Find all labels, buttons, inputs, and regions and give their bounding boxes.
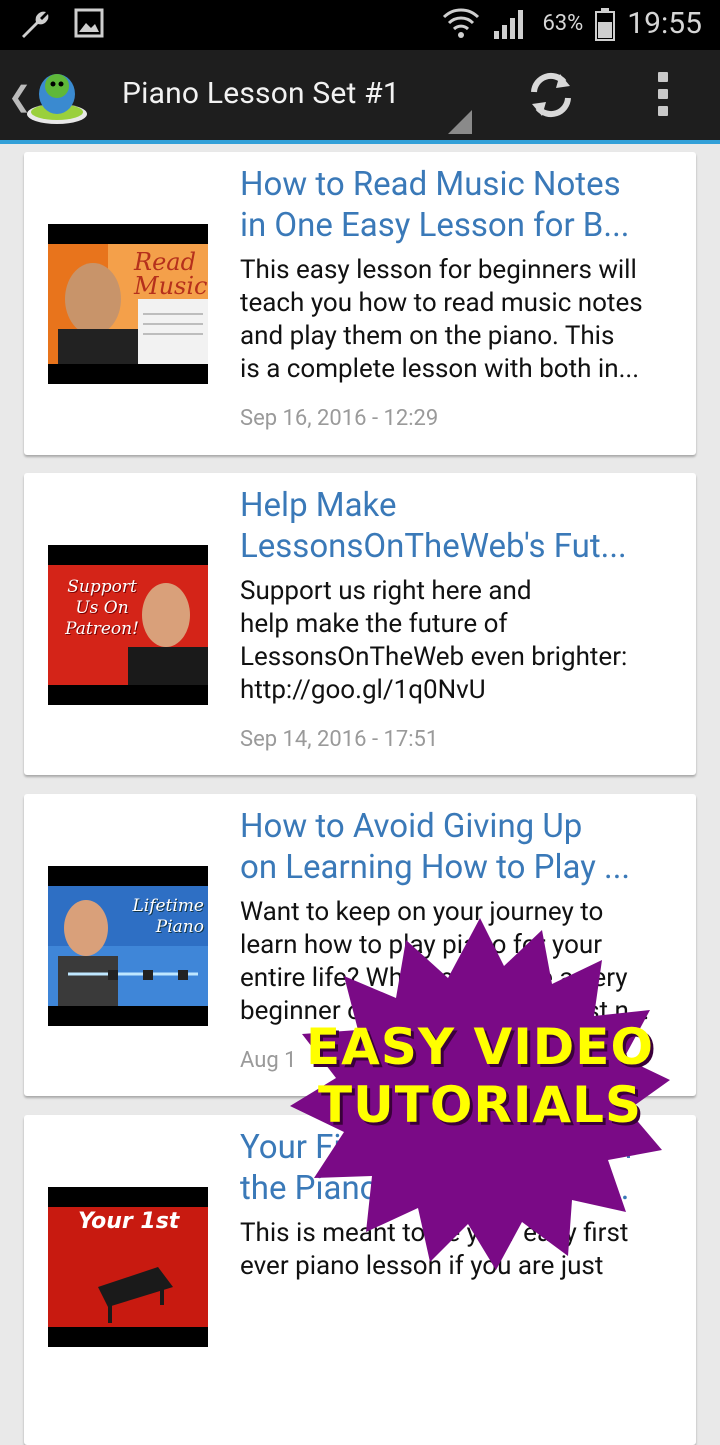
lesson-title-line[interactable]: on Learning How to Play ...	[240, 847, 680, 888]
overflow-menu-icon[interactable]	[656, 72, 670, 124]
description-line: help make the future of	[240, 609, 508, 639]
lesson-title[interactable]: Help Make LessonsOnTheWeb's Fut...	[240, 485, 680, 567]
battery-icon	[595, 7, 616, 41]
lesson-date: Sep 14, 2016 - 17:51	[240, 727, 439, 752]
dropdown-indicator-icon[interactable]	[448, 110, 472, 134]
lesson-title-line[interactable]: in One Easy Lesson for B...	[240, 205, 680, 246]
lesson-title-line[interactable]: How to Read Music Notes	[240, 164, 680, 205]
status-bar: 63% 19:55	[0, 0, 720, 50]
signal-icon	[494, 9, 524, 39]
lesson-title-line[interactable]: Help Make	[240, 485, 680, 526]
video-thumbnail[interactable]: Lifetime Piano	[48, 866, 208, 1026]
lesson-date: Aug 1	[240, 1048, 297, 1073]
wifi-icon	[443, 7, 480, 38]
lesson-description: Support us right here and help make the …	[240, 575, 680, 707]
app-logo-icon[interactable]	[24, 64, 90, 126]
lesson-title-line[interactable]: How to Avoid Giving Up	[240, 806, 680, 847]
refresh-icon[interactable]	[526, 70, 576, 120]
lesson-title[interactable]: How to Avoid Giving Up on Learning How t…	[240, 806, 680, 888]
action-bar: ❮ Piano Lesson Set #1	[0, 50, 720, 140]
promo-line: EASY VIDEO	[306, 1018, 654, 1076]
thumbnail-caption: Read Music	[134, 248, 208, 300]
video-thumbnail[interactable]: Your 1st	[48, 1187, 208, 1347]
description-line: teach you how to read music notes	[240, 288, 643, 318]
video-thumbnail[interactable]: Support Us On Patreon!	[48, 545, 208, 705]
page-title[interactable]: Piano Lesson Set #1	[122, 76, 400, 111]
video-thumbnail[interactable]: Read Music	[48, 224, 208, 384]
thumbnail-caption: Your 1st	[78, 1209, 180, 1234]
lesson-description: This easy lesson for beginners will teac…	[240, 254, 680, 386]
promo-text: EASY VIDEO TUTORIALS	[290, 1018, 670, 1134]
battery-percent: 63%	[542, 11, 584, 36]
description-line: This easy lesson for beginners will	[240, 255, 637, 285]
wrench-icon	[22, 11, 49, 38]
list-item[interactable]: Support Us On Patreon! Help Make Lessons…	[24, 473, 696, 775]
lesson-title[interactable]: How to Read Music Notes in One Easy Less…	[240, 164, 680, 246]
lesson-date: Sep 16, 2016 - 12:29	[240, 406, 439, 431]
promo-line: TUTORIALS	[318, 1076, 642, 1134]
clock: 19:55	[627, 6, 702, 41]
lesson-title-line[interactable]: LessonsOnTheWeb's Fut...	[240, 526, 680, 567]
description-line: LessonsOnTheWeb even brighter:	[240, 642, 628, 672]
description-line[interactable]: http://goo.gl/1q0NvU	[240, 674, 680, 707]
thumbnail-caption: Support Us On Patreon!	[65, 577, 139, 639]
thumbnail-caption: Lifetime Piano	[132, 896, 204, 937]
image-icon	[74, 8, 104, 38]
action-bar-divider	[0, 140, 720, 144]
list-item[interactable]: Read Music How to Read Music Notes in On…	[24, 152, 696, 455]
description-line: is a complete lesson with both in...	[240, 354, 640, 384]
description-line: and play them on the piano. This	[240, 321, 615, 351]
description-line: Support us right here and	[240, 576, 532, 606]
